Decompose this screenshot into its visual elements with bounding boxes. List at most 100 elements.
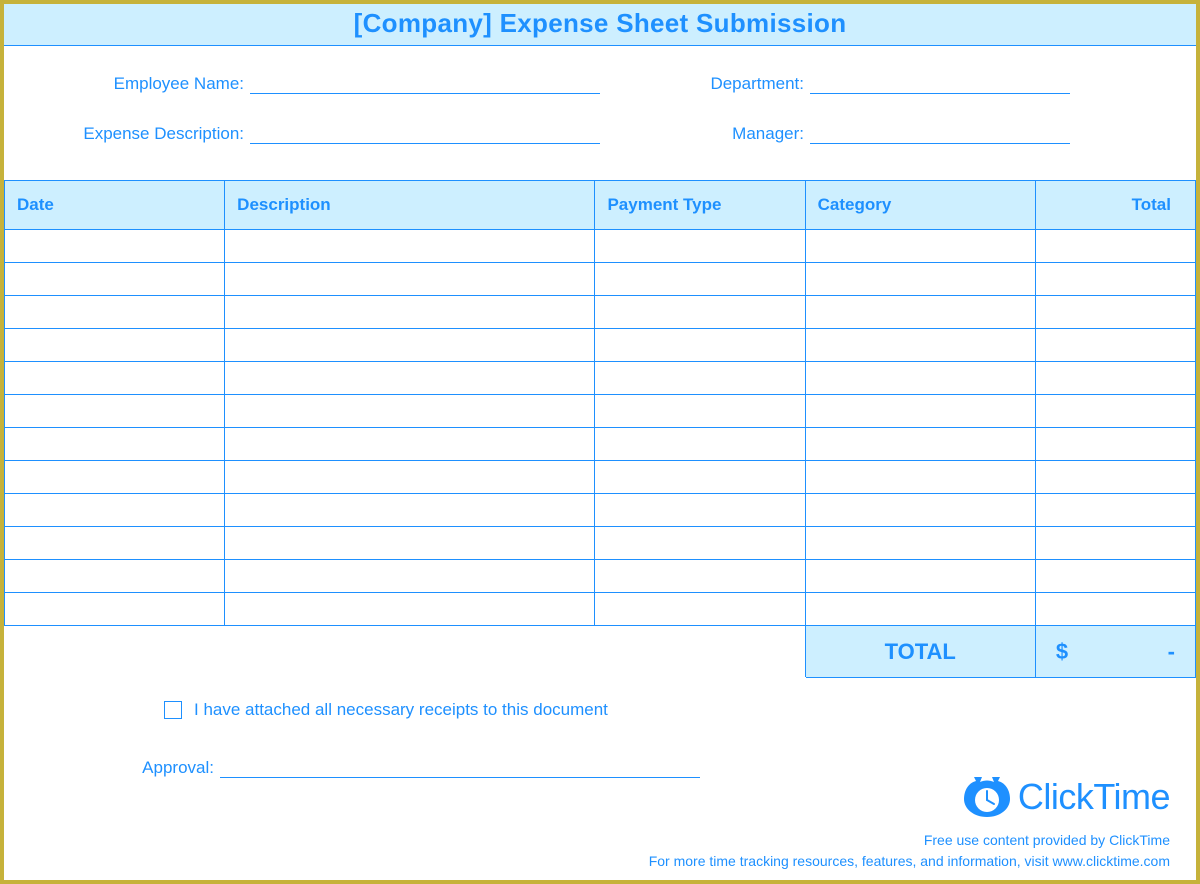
col-header-category: Category [805, 181, 1035, 230]
cell-payment_type[interactable] [595, 230, 805, 263]
expense-description-label: Expense Description: [44, 124, 244, 144]
total-amount: - [1168, 639, 1175, 665]
cell-description[interactable] [225, 461, 595, 494]
cell-total[interactable] [1035, 461, 1195, 494]
cell-date[interactable] [5, 461, 225, 494]
cell-category[interactable] [805, 296, 1035, 329]
cell-description[interactable] [225, 263, 595, 296]
cell-payment_type[interactable] [595, 461, 805, 494]
cell-description[interactable] [225, 395, 595, 428]
cell-category[interactable] [805, 329, 1035, 362]
cell-category[interactable] [805, 230, 1035, 263]
table-row [5, 560, 1196, 593]
cell-payment_type[interactable] [595, 395, 805, 428]
cell-date[interactable] [5, 593, 225, 626]
col-header-description: Description [225, 181, 595, 230]
cell-payment_type[interactable] [595, 494, 805, 527]
cell-description[interactable] [225, 329, 595, 362]
logo-text: ClickTime [1018, 776, 1170, 818]
footer-attribution: Free use content provided by ClickTime F… [649, 830, 1170, 872]
col-header-date: Date [5, 181, 225, 230]
cell-total[interactable] [1035, 230, 1195, 263]
cell-total[interactable] [1035, 329, 1195, 362]
cell-total[interactable] [1035, 494, 1195, 527]
cell-date[interactable] [5, 527, 225, 560]
table-row [5, 461, 1196, 494]
cell-total[interactable] [1035, 263, 1195, 296]
receipts-attestation: I have attached all necessary receipts t… [164, 700, 1156, 720]
expense-description-input[interactable] [250, 122, 600, 144]
cell-date[interactable] [5, 362, 225, 395]
cell-date[interactable] [5, 329, 225, 362]
cell-total[interactable] [1035, 296, 1195, 329]
cell-category[interactable] [805, 395, 1035, 428]
cell-description[interactable] [225, 362, 595, 395]
cell-description[interactable] [225, 494, 595, 527]
cell-date[interactable] [5, 263, 225, 296]
cell-category[interactable] [805, 461, 1035, 494]
expense-description-field: Expense Description: [44, 122, 604, 144]
total-currency: $ [1056, 639, 1068, 664]
department-field: Department: [604, 72, 1124, 94]
cell-description[interactable] [225, 230, 595, 263]
cell-payment_type[interactable] [595, 329, 805, 362]
table-row [5, 494, 1196, 527]
table-header-row: Date Description Payment Type Category T… [5, 181, 1196, 230]
approval-label: Approval: [124, 758, 214, 778]
cell-category[interactable] [805, 593, 1035, 626]
cell-category[interactable] [805, 263, 1035, 296]
col-header-payment-type: Payment Type [595, 181, 805, 230]
total-label: TOTAL [805, 626, 1035, 678]
footer-area: I have attached all necessary receipts t… [4, 678, 1196, 778]
cell-description[interactable] [225, 560, 595, 593]
cell-total[interactable] [1035, 395, 1195, 428]
cell-total[interactable] [1035, 593, 1195, 626]
cell-category[interactable] [805, 527, 1035, 560]
approval-field: Approval: [124, 756, 1156, 778]
footer-line-1: Free use content provided by ClickTime [649, 830, 1170, 851]
table-row [5, 230, 1196, 263]
cell-date[interactable] [5, 230, 225, 263]
cell-date[interactable] [5, 296, 225, 329]
cell-category[interactable] [805, 428, 1035, 461]
cell-description[interactable] [225, 593, 595, 626]
cell-payment_type[interactable] [595, 560, 805, 593]
cell-date[interactable] [5, 560, 225, 593]
approval-input[interactable] [220, 756, 700, 778]
cell-payment_type[interactable] [595, 527, 805, 560]
receipts-label: I have attached all necessary receipts t… [194, 700, 608, 720]
employee-name-input[interactable] [250, 72, 600, 94]
cell-description[interactable] [225, 296, 595, 329]
expense-sheet-document: [Company] Expense Sheet Submission Emplo… [0, 0, 1200, 884]
total-value: $ - [1035, 626, 1195, 678]
cell-description[interactable] [225, 428, 595, 461]
receipts-checkbox[interactable] [164, 701, 182, 719]
cell-total[interactable] [1035, 428, 1195, 461]
cell-payment_type[interactable] [595, 428, 805, 461]
table-row [5, 428, 1196, 461]
cell-total[interactable] [1035, 560, 1195, 593]
cell-payment_type[interactable] [595, 593, 805, 626]
cell-category[interactable] [805, 560, 1035, 593]
col-header-total: Total [1035, 181, 1195, 230]
cell-payment_type[interactable] [595, 296, 805, 329]
cell-total[interactable] [1035, 362, 1195, 395]
total-row: TOTAL $ - [5, 626, 1196, 678]
expense-table: Date Description Payment Type Category T… [4, 180, 1196, 678]
table-row [5, 263, 1196, 296]
cell-total[interactable] [1035, 527, 1195, 560]
title-band: [Company] Expense Sheet Submission [4, 4, 1196, 46]
cell-date[interactable] [5, 428, 225, 461]
table-row [5, 296, 1196, 329]
cell-description[interactable] [225, 527, 595, 560]
cell-date[interactable] [5, 494, 225, 527]
clicktime-logo: ClickTime [962, 776, 1170, 818]
cell-payment_type[interactable] [595, 362, 805, 395]
department-input[interactable] [810, 72, 1070, 94]
page-title: [Company] Expense Sheet Submission [4, 8, 1196, 39]
cell-payment_type[interactable] [595, 263, 805, 296]
manager-input[interactable] [810, 122, 1070, 144]
cell-date[interactable] [5, 395, 225, 428]
cell-category[interactable] [805, 362, 1035, 395]
cell-category[interactable] [805, 494, 1035, 527]
